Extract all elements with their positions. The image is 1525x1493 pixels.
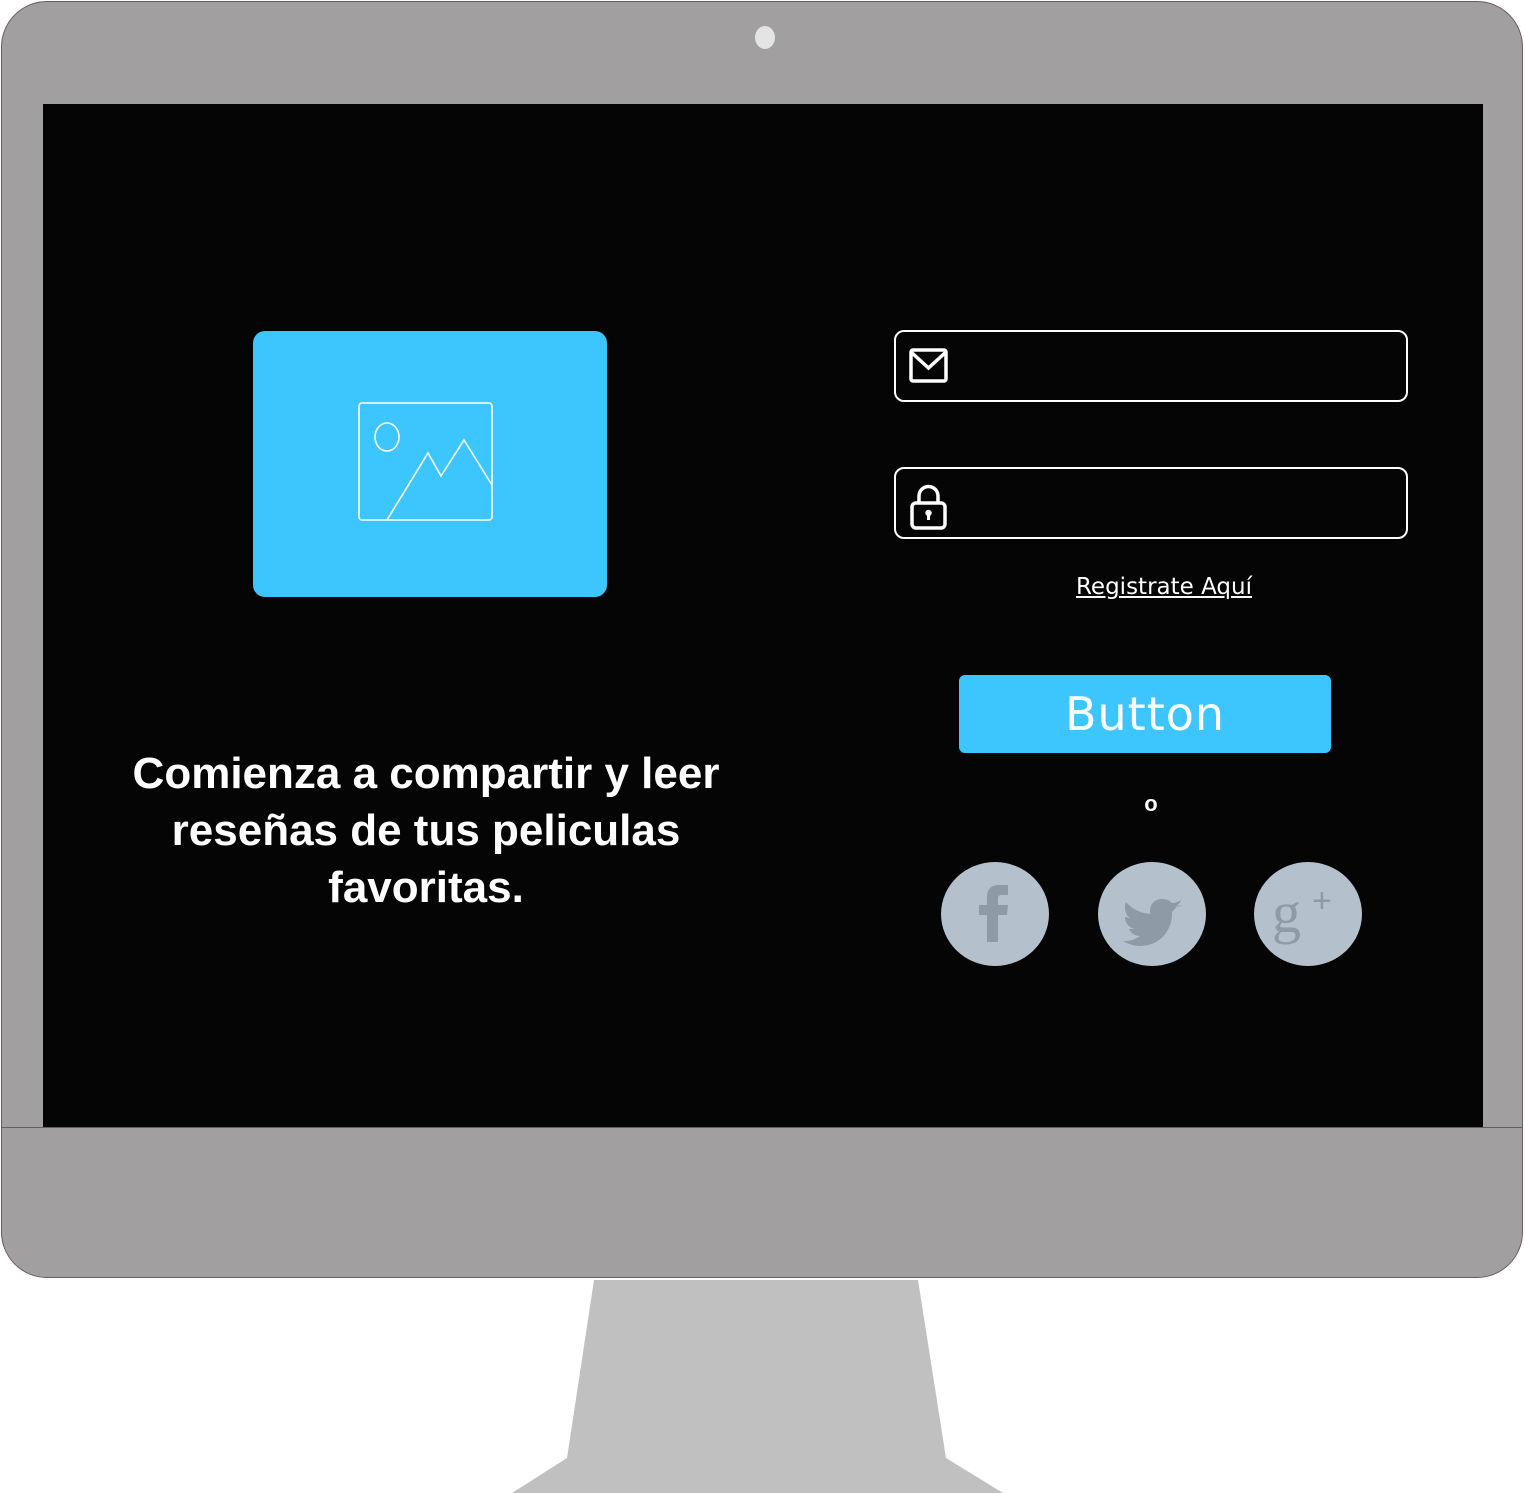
twitter-icon [1123, 899, 1183, 946]
submit-button[interactable]: Button [959, 675, 1331, 753]
monitor-stand [512, 1280, 1003, 1493]
email-field[interactable] [894, 330, 1408, 402]
mail-icon [909, 348, 948, 383]
password-input[interactable] [966, 477, 1390, 531]
hero-image-placeholder [253, 331, 607, 597]
password-field[interactable] [894, 467, 1408, 539]
svg-text:g: g [1272, 880, 1301, 945]
facebook-login-button[interactable] [941, 862, 1049, 966]
google-plus-icon: g + [1272, 880, 1332, 945]
twitter-login-button[interactable] [1098, 862, 1206, 966]
screen: Comienza a compartir y leer reseñas de t… [43, 104, 1483, 1127]
desktop-mockup: Comienza a compartir y leer reseñas de t… [0, 0, 1525, 1493]
monitor-chin-divider [1, 1127, 1523, 1128]
svg-text:+: + [1312, 882, 1332, 920]
tagline: Comienza a compartir y leer reseñas de t… [132, 749, 720, 912]
lock-icon [910, 484, 947, 530]
email-input[interactable] [966, 340, 1390, 394]
google-plus-login-button[interactable]: g + [1254, 862, 1362, 966]
register-link[interactable]: Registrate Aquí [1043, 574, 1285, 600]
facebook-icon [979, 885, 1008, 942]
or-separator: o [1144, 791, 1158, 816]
webcam [755, 26, 775, 49]
image-placeholder-icon [358, 402, 493, 521]
